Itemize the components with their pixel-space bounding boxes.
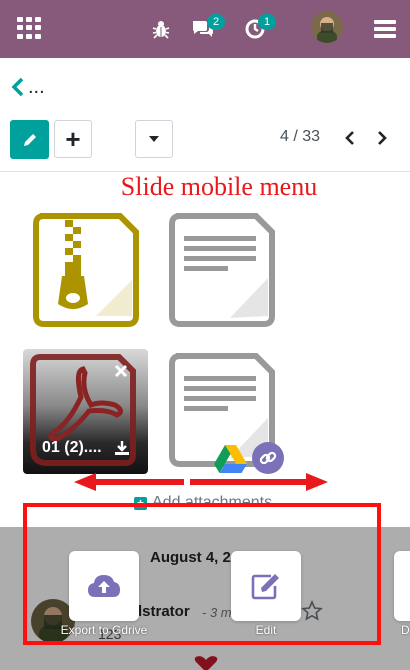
attachment-text-1[interactable] [168,212,276,328]
chevron-left-icon [345,131,354,145]
swipe-arrows-icon [74,473,328,491]
apps-grid-icon[interactable] [17,17,41,39]
text-file-icon [169,213,275,327]
breadcrumb[interactable]: ... [11,74,45,100]
more-action-button[interactable] [394,551,410,621]
messages-count-badge: 2 [207,14,225,30]
close-icon[interactable] [114,364,128,378]
attachment-name: 01 (2).... [42,439,102,456]
hamburger-menu-icon[interactable] [374,20,396,38]
annotation-frame [23,503,381,645]
zip-file-icon [33,213,139,327]
attachment-zip[interactable] [32,212,140,328]
activities-count-badge: 1 [258,14,276,30]
user-avatar[interactable] [311,11,343,43]
create-button[interactable]: + [54,120,92,158]
attachment-pdf[interactable]: 01 (2).... [23,349,148,474]
action-dropdown-button[interactable] [135,120,173,158]
caret-down-icon [149,136,159,142]
app-root: 2 1 ... + 4 / 33 Slide mobile menu 01 (2… [0,0,410,670]
annotation-title: Slide mobile menu [120,172,318,201]
top-navbar: 2 1 [0,0,410,58]
chevron-right-icon [378,131,387,145]
download-icon[interactable] [114,440,130,456]
pager-value[interactable]: 4 / 33 [270,128,330,146]
pager-previous-button[interactable] [339,126,361,150]
pencil-icon [23,133,36,146]
pager-next-button[interactable] [371,126,393,150]
breadcrumb-label[interactable]: ... [28,76,45,99]
more-action-label: D [401,623,410,637]
edit-button[interactable] [10,120,49,159]
chevron-left-icon[interactable] [11,77,25,97]
bug-icon[interactable] [150,0,172,58]
